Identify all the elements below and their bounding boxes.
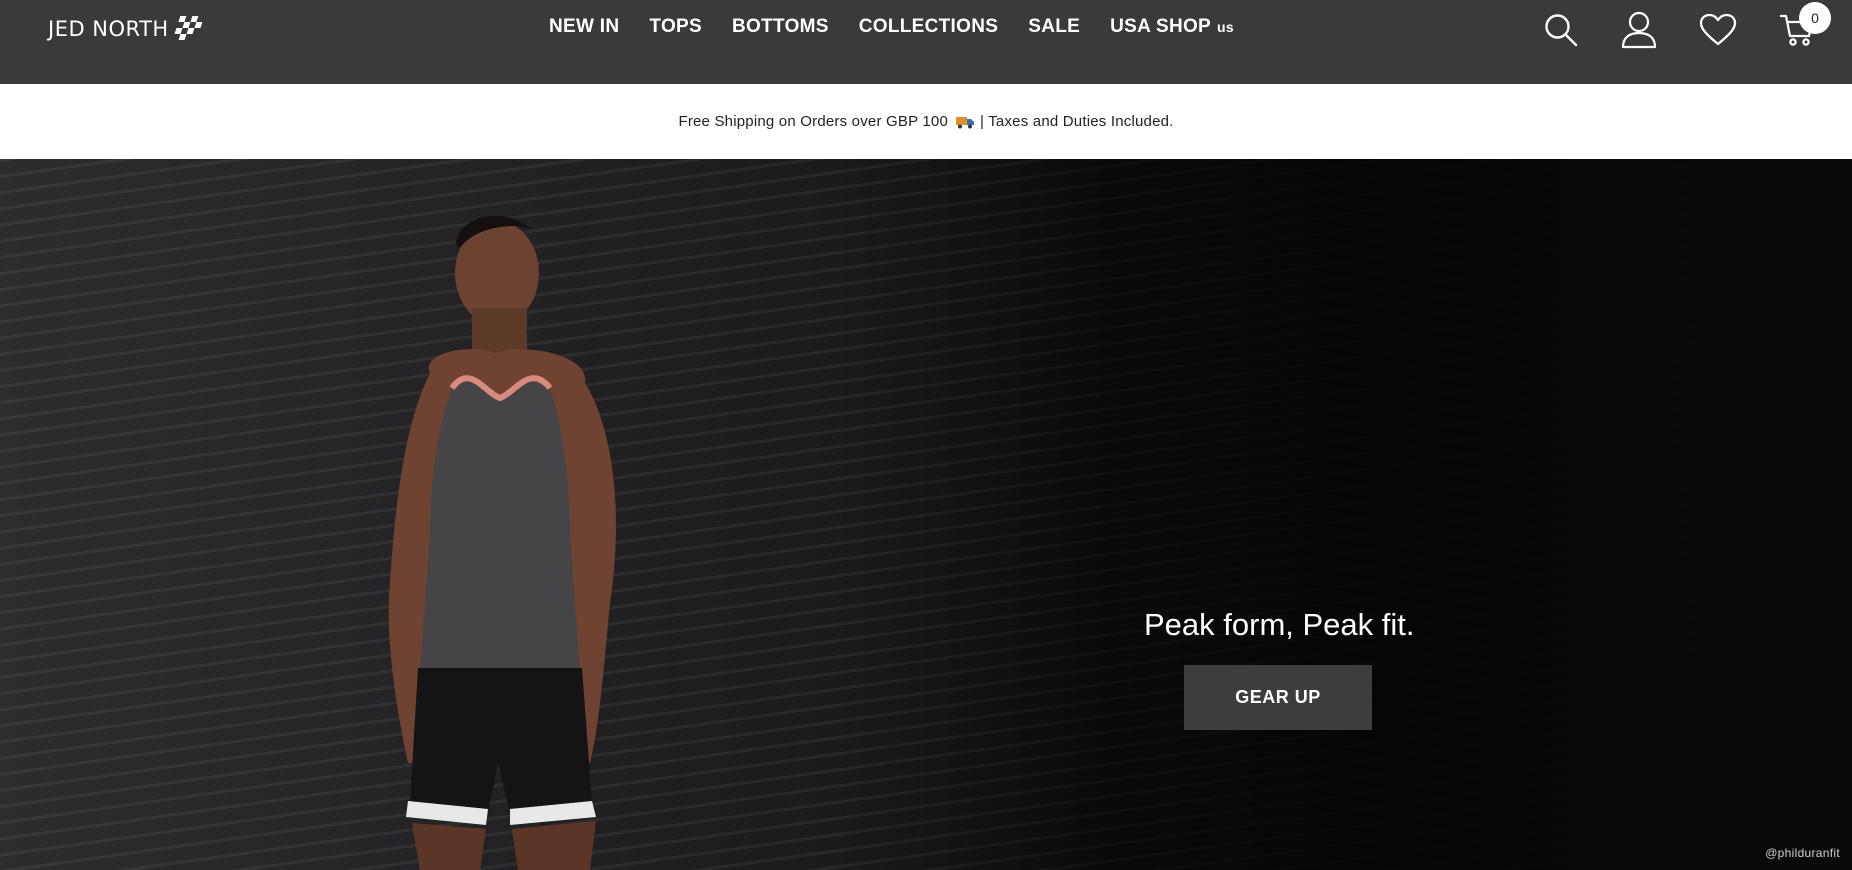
nav-item-collections[interactable]: COLLECTIONS (859, 16, 998, 38)
search-button[interactable] (1541, 8, 1581, 52)
brand-logo-text: JED NORTH (48, 17, 169, 41)
announcement-text-shipping: Free Shipping on Orders over GBP 100 (678, 113, 949, 130)
brand-logo[interactable]: JED NORTH (48, 10, 207, 48)
hero-gradient-overlay (0, 159, 1852, 870)
header-icons: 0 (1532, 2, 1852, 54)
account-button[interactable] (1619, 8, 1659, 52)
announcement-bar: Free Shipping on Orders over GBP 100 | T… (0, 84, 1852, 159)
nav-item-label: NEW IN (549, 16, 620, 37)
nav-item-label: USA SHOP (1110, 16, 1212, 37)
photo-credit: @philduranfit (1765, 846, 1840, 860)
nav-item-label: BOTTOMS (732, 16, 829, 37)
announcement-text-taxes: | Taxes and Duties Included. (980, 113, 1174, 130)
delivery-truck-icon (956, 116, 975, 128)
nav-item-sale[interactable]: SALE (1028, 16, 1080, 38)
search-icon (1545, 14, 1578, 47)
site-header: JED NORTH NEW IN TOPS BOTTOMS COLLECTION… (0, 0, 1852, 84)
us-region-tag: us (1217, 19, 1234, 35)
nav-item-label: SALE (1028, 16, 1081, 37)
main-nav: NEW IN TOPS BOTTOMS COLLECTIONS SALE USA… (549, 14, 1234, 40)
cart-button[interactable]: 0 (1777, 2, 1831, 52)
nav-item-usa-shop[interactable]: USA SHOP us (1110, 16, 1234, 38)
hero-banner: Peak form, Peak fit. GEAR UP @philduranf… (0, 159, 1852, 870)
nav-item-label: TOPS (649, 16, 702, 37)
nav-item-label: COLLECTIONS (858, 16, 999, 37)
nav-item-new-in[interactable]: NEW IN (549, 16, 619, 38)
cart-count-badge: 0 (1799, 2, 1831, 34)
account-icon (1621, 11, 1657, 49)
checkered-flag-logo-icon (174, 16, 203, 40)
nav-item-bottoms[interactable]: BOTTOMS (732, 16, 829, 38)
wishlist-button[interactable] (1698, 8, 1738, 52)
wishlist-heart-icon (1699, 13, 1737, 46)
hero-heading: Peak form, Peak fit. (1144, 607, 1415, 642)
gear-up-button[interactable]: GEAR UP (1184, 665, 1372, 730)
nav-item-tops[interactable]: TOPS (649, 16, 702, 38)
